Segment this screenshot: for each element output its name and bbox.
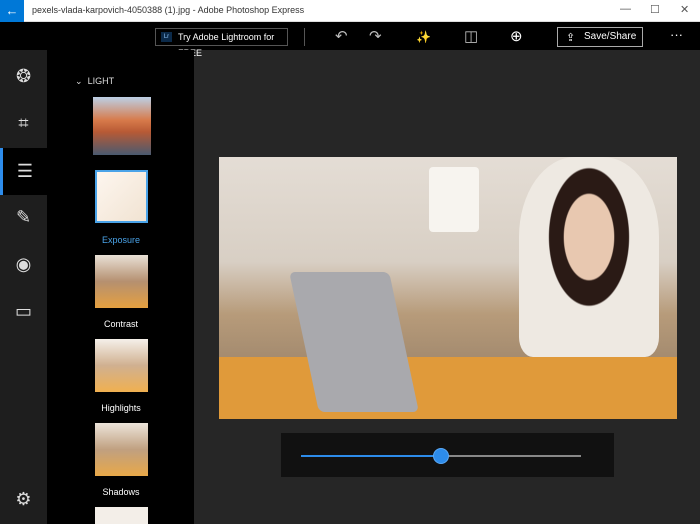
light-section-header[interactable]: ⌄ LIGHT bbox=[75, 76, 114, 87]
highlights-label: Highlights bbox=[101, 403, 141, 413]
borders-icon[interactable]: ▭ bbox=[0, 288, 47, 335]
person bbox=[519, 157, 659, 357]
contrast-thumbnail[interactable] bbox=[95, 255, 148, 308]
lamp-shade bbox=[429, 167, 479, 232]
lightroom-logo-icon: Lr bbox=[161, 32, 172, 42]
minimize-button[interactable]: — bbox=[620, 3, 631, 15]
window-title: pexels-vlada-karpovich-4050388 (1).jpg -… bbox=[32, 5, 305, 15]
back-button[interactable]: ← bbox=[0, 0, 24, 22]
red-eye-icon[interactable]: ◉ bbox=[0, 241, 47, 288]
orange-cushion bbox=[219, 357, 677, 419]
shadows-thumbnail[interactable] bbox=[95, 423, 148, 476]
save-share-label: Save/Share bbox=[584, 31, 637, 42]
adjustments-icon[interactable]: ☰ bbox=[0, 148, 47, 195]
exposure-label: Exposure bbox=[101, 235, 141, 245]
toolbar-divider bbox=[304, 28, 305, 46]
healing-icon[interactable]: ✎ bbox=[0, 194, 47, 241]
exposure-slider-thumb[interactable] bbox=[433, 448, 449, 464]
more-options-icon[interactable]: ··· bbox=[670, 27, 683, 42]
shadows-label: Shadows bbox=[102, 487, 140, 497]
crop-icon[interactable]: ⌗ bbox=[0, 100, 47, 147]
highlights-thumbnail[interactable] bbox=[95, 339, 148, 392]
auto-fix-icon[interactable]: ✨ bbox=[416, 30, 431, 44]
section-label: LIGHT bbox=[87, 76, 115, 86]
compare-icon[interactable]: ◫ bbox=[464, 27, 478, 45]
next-thumbnail[interactable] bbox=[95, 507, 148, 524]
photo-canvas[interactable] bbox=[219, 157, 677, 419]
undo-icon[interactable]: ↶ bbox=[335, 27, 348, 45]
exposure-slider-fill bbox=[301, 455, 441, 457]
redo-icon[interactable]: ↷ bbox=[369, 27, 382, 45]
looks-icon[interactable]: ❂ bbox=[0, 53, 47, 100]
save-share-button[interactable]: ⇪ Save/Share bbox=[557, 27, 643, 47]
settings-icon[interactable]: ⚙ bbox=[0, 476, 47, 523]
zoom-icon[interactable]: ⊕ bbox=[510, 27, 523, 45]
share-icon: ⇪ bbox=[566, 32, 576, 44]
preset-thumbnail[interactable] bbox=[93, 97, 151, 155]
maximize-button[interactable]: ☐ bbox=[650, 3, 660, 16]
close-button[interactable]: ✕ bbox=[680, 3, 689, 16]
chevron-down-icon: ⌄ bbox=[75, 76, 83, 86]
contrast-label: Contrast bbox=[103, 319, 138, 329]
try-lightroom-button[interactable]: LrTry Adobe Lightroom for FREE bbox=[155, 28, 288, 58]
exposure-thumbnail[interactable] bbox=[95, 170, 148, 223]
